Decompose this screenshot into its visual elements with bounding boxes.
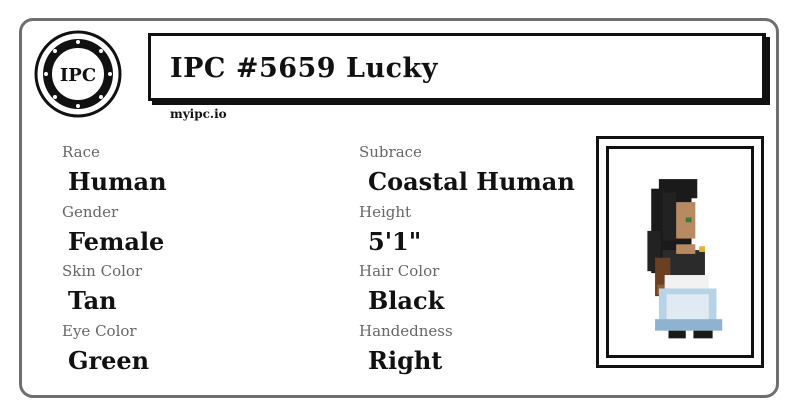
page-title: IPC #5659 Lucky bbox=[170, 53, 438, 84]
handedness-label: Handedness bbox=[359, 322, 453, 340]
subrace-value: Coastal Human bbox=[368, 167, 575, 196]
ipc-logo: IPC bbox=[34, 30, 122, 118]
gender-value: Female bbox=[68, 227, 165, 256]
portrait-inner-frame bbox=[606, 146, 754, 358]
portrait-frame bbox=[596, 136, 764, 368]
race-value: Human bbox=[68, 167, 167, 196]
hair-color-value: Black bbox=[368, 286, 445, 315]
gender-label: Gender bbox=[62, 203, 119, 221]
logo-text: IPC bbox=[60, 65, 96, 86]
pixel-character-icon bbox=[647, 179, 723, 339]
skin-color-value: Tan bbox=[68, 286, 117, 315]
site-link[interactable]: myipc.io bbox=[170, 107, 227, 121]
height-value: 5'1" bbox=[368, 227, 422, 256]
eye-color-value: Green bbox=[68, 346, 150, 375]
hair-color-label: Hair Color bbox=[359, 262, 440, 280]
height-label: Height bbox=[359, 203, 412, 221]
subrace-label: Subrace bbox=[359, 143, 422, 161]
race-label: Race bbox=[62, 143, 100, 161]
eye-color-label: Eye Color bbox=[62, 322, 137, 340]
handedness-value: Right bbox=[368, 346, 443, 375]
skin-color-label: Skin Color bbox=[62, 262, 143, 280]
